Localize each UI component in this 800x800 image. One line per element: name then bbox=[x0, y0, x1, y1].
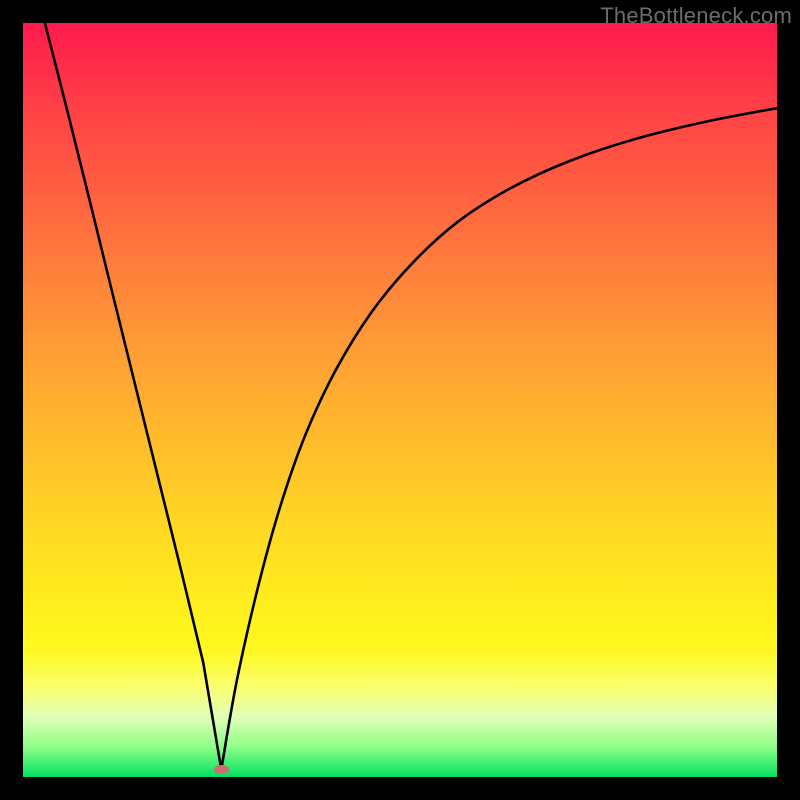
bottleneck-curve bbox=[23, 23, 777, 777]
outer-frame: TheBottleneck.com bbox=[0, 0, 800, 800]
chart-area bbox=[23, 23, 777, 777]
vertex-marker bbox=[214, 765, 229, 775]
